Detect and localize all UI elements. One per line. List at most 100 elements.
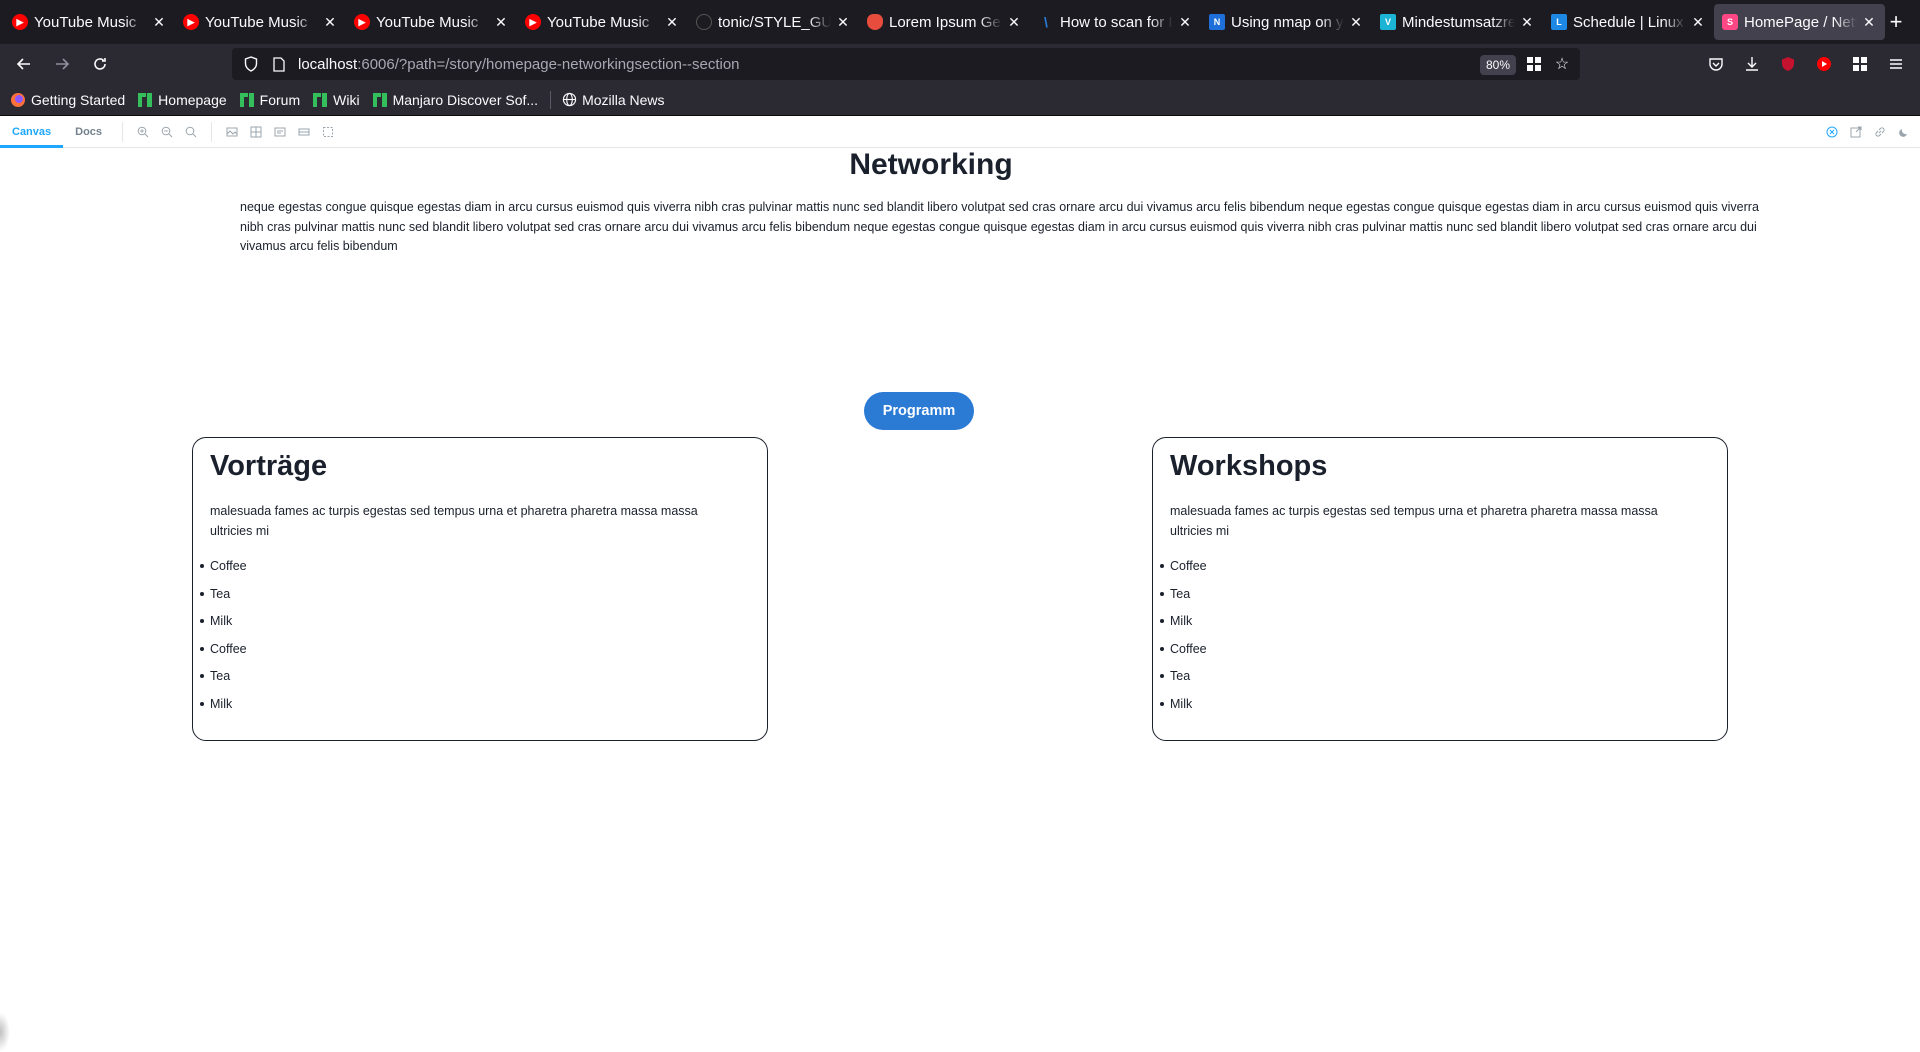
card-text: malesuada fames ac turpis egestas sed te… [1170,504,1658,538]
list-item: Coffee [1160,641,1207,669]
bookmark-homepage[interactable]: Homepage [137,88,227,112]
card-vortraege: Vorträge malesuada fames ac turpis egest… [192,437,768,741]
back-button[interactable] [8,48,40,80]
theme-icon[interactable] [1892,120,1916,144]
list-item: Milk [200,613,247,641]
browser-tab[interactable]: L Schedule | Linux I ✕ [1543,4,1714,40]
reader-view-icon[interactable] [1524,54,1544,74]
tab-canvas[interactable]: Canvas [0,117,64,148]
bookmark-getting-started[interactable]: Getting Started [10,88,125,112]
browser-tab[interactable]: \ How to scan for IP ✕ [1030,4,1201,40]
new-tab-button[interactable]: + [1882,8,1910,36]
copy-link-icon[interactable] [1868,120,1892,144]
close-icon[interactable]: ✕ [493,14,509,30]
manjaro-icon [372,92,388,108]
close-icon[interactable]: ✕ [664,14,680,30]
close-icon[interactable]: ✕ [1177,14,1193,30]
tab-title: tonic/STYLE_GUID [718,13,831,31]
bookmark-manjaro-discover[interactable]: Manjaro Discover Sof... [372,88,539,112]
outline-icon[interactable] [316,120,340,144]
browser-tab[interactable]: Lorem Ipsum Gen ✕ [859,4,1030,40]
arrow-left-icon [16,58,30,70]
background-icon[interactable] [220,120,244,144]
programm-button[interactable]: Programm [864,392,974,430]
bookmark-label: Getting Started [31,91,126,108]
tab-title: How to scan for IP [1060,13,1173,31]
tab-docs[interactable]: Docs [63,117,114,148]
bookmark-mozilla-news[interactable]: Mozilla News [561,88,665,112]
close-icon[interactable]: ✕ [151,14,167,30]
measure-icon[interactable] [292,120,316,144]
list-item: Tea [1160,668,1207,696]
nw-icon: N [1209,14,1225,30]
bookmark-star-icon[interactable]: ☆ [1552,54,1572,74]
bookmark-label: Mozilla News [582,91,665,108]
page-icon[interactable] [270,55,288,73]
section-intro-text: neque egestas congue quisque egestas dia… [240,200,1759,253]
bookmark-wiki[interactable]: Wiki [312,88,360,112]
reload-button[interactable] [84,48,116,80]
lorem-ipsum-icon [867,14,883,30]
zoom-reset-icon[interactable] [179,120,203,144]
download-icon[interactable] [1740,52,1764,76]
firefox-icon [10,92,26,108]
bookmark-label: Homepage [158,91,227,108]
browser-tab[interactable]: ▶ YouTube Music ✕ [175,4,346,40]
browser-tab[interactable]: ▶ YouTube Music ✕ [517,4,688,40]
github-icon [696,14,712,30]
close-icon[interactable]: ✕ [1519,14,1535,30]
browser-tab[interactable]: tonic/STYLE_GUID ✕ [688,4,859,40]
close-icon[interactable]: ✕ [835,14,851,30]
zoom-in-icon[interactable] [131,120,155,144]
card-list: Coffee Tea Milk Coffee Tea Milk [200,558,247,724]
list-item: Coffee [200,641,247,669]
close-icon[interactable]: ✕ [1690,14,1706,30]
zoom-indicator[interactable]: 80% [1479,55,1516,75]
card-workshops: Workshops malesuada fames ac turpis eges… [1152,437,1728,741]
open-new-tab-icon[interactable] [1844,120,1868,144]
menu-icon[interactable] [1884,52,1908,76]
list-item: Milk [200,696,247,724]
address-bar[interactable]: localhost:6006/?path=/story/homepage-net… [232,48,1580,80]
zoom-out-icon[interactable] [155,120,179,144]
tab-title: Using nmap on yo [1231,13,1344,31]
pocket-icon[interactable] [1704,52,1728,76]
list-item: Milk [1160,696,1207,724]
youtube-music-icon: ▶ [525,14,541,30]
bookmark-label: Wiki [333,91,360,108]
close-icon[interactable]: ✕ [1006,14,1022,30]
url-host: localhost [298,55,358,73]
toolbar-divider [211,122,213,142]
browser-tab-active[interactable]: S HomePage / Netw ✕ [1714,4,1885,40]
manjaro-icon [137,92,153,108]
bookmark-forum[interactable]: Forum [239,88,300,112]
tab-title: HomePage / Netw [1744,13,1857,31]
close-icon[interactable]: ✕ [1861,14,1877,30]
tab-title: YouTube Music [547,13,650,31]
viewport-icon[interactable] [268,120,292,144]
browser-tab[interactable]: ▶ YouTube Music ✕ [346,4,517,40]
arrow-right-icon [56,58,70,70]
browser-tab[interactable]: V Mindestumsatzrec ✕ [1372,4,1543,40]
reload-icon [94,58,106,70]
accessibility-icon[interactable] [1820,120,1844,144]
grid-icon[interactable] [244,120,268,144]
bookmark-label: Forum [259,91,301,108]
tab-title: YouTube Music [34,13,137,31]
manjaro-icon [312,92,328,108]
browser-tab[interactable]: ▶ YouTube Music ✕ [4,4,175,40]
browser-tab[interactable]: N Using nmap on yo ✕ [1201,4,1372,40]
close-icon[interactable]: ✕ [322,14,338,30]
tab-title: YouTube Music [376,13,479,31]
youtube-extension-icon[interactable] [1812,52,1836,76]
tab-title: Lorem Ipsum Gen [889,13,1002,31]
extensions-icon[interactable] [1848,52,1872,76]
shield-icon[interactable] [242,55,260,73]
forward-button[interactable] [46,48,78,80]
ublock-icon[interactable] [1776,52,1800,76]
navigation-toolbar: localhost:6006/?path=/story/homepage-net… [0,44,1920,84]
l-icon: L [1551,14,1567,30]
bookmark-label: Manjaro Discover Sof... [392,91,539,108]
close-icon[interactable]: ✕ [1348,14,1364,30]
section-title: Networking [849,148,1013,181]
